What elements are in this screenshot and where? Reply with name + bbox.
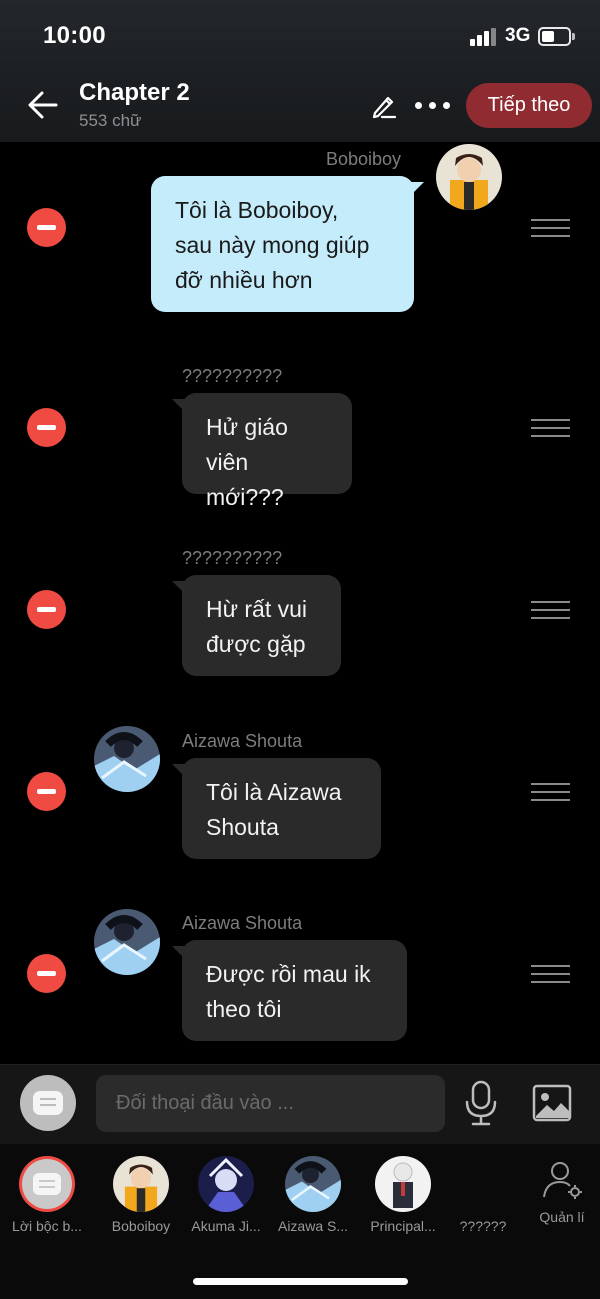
- message-line: sau này mong giúp: [175, 232, 370, 258]
- speaker-name: Boboiboy: [326, 149, 402, 169]
- character-aizawa[interactable]: Aizawa S...: [270, 1156, 356, 1234]
- manage-button[interactable]: Quản lí: [532, 1160, 592, 1225]
- message-line: Hử giáo: [206, 414, 288, 440]
- message-line: Tôi là Boboiboy,: [175, 197, 339, 223]
- more-options-icon[interactable]: [415, 100, 451, 112]
- aizawa-avatar: [94, 726, 160, 792]
- character-label: Akuma Ji...: [191, 1218, 261, 1234]
- message-line: Được rồi mau ik: [206, 961, 371, 987]
- drag-handle-icon[interactable]: [531, 965, 570, 985]
- delete-message-icon[interactable]: [27, 954, 66, 993]
- next-button[interactable]: Tiếp theo: [466, 83, 592, 128]
- message-bubble[interactable]: Tôi là Boboiboy, sau này mong giúp đỡ nh…: [151, 176, 424, 312]
- drag-handle-icon[interactable]: [531, 601, 570, 621]
- character-label: Lời bộc b...: [12, 1218, 82, 1234]
- speaker-name: ??????????: [182, 366, 283, 386]
- principal-avatar: [375, 1156, 431, 1212]
- message-line: Shouta: [206, 814, 279, 840]
- drag-handle-icon[interactable]: [531, 419, 570, 439]
- manage-label: Quản lí: [539, 1209, 585, 1225]
- message-line: Tôi là Aizawa: [206, 779, 342, 805]
- character-label: ??????: [459, 1218, 507, 1234]
- message-line: viên mới???: [206, 449, 284, 510]
- boboiboy-avatar: [113, 1156, 169, 1212]
- back-arrow-icon[interactable]: [26, 88, 60, 122]
- microphone-icon[interactable]: [463, 1080, 499, 1126]
- edit-pen-icon[interactable]: [370, 92, 398, 120]
- message-line: Hừ rất vui: [206, 596, 308, 622]
- message-line: theo tôi: [206, 996, 282, 1022]
- character-akuma[interactable]: Akuma Ji...: [183, 1156, 269, 1234]
- delete-message-icon[interactable]: [27, 772, 66, 811]
- akuma-avatar: [198, 1156, 254, 1212]
- character-label: Principal...: [370, 1218, 436, 1234]
- character-label: Aizawa S...: [277, 1218, 349, 1234]
- narration-toggle-button[interactable]: [20, 1075, 76, 1131]
- message-bubble[interactable]: Hử giáo viên mới???: [172, 393, 352, 510]
- word-count: 553 chữ: [79, 111, 142, 130]
- delete-message-icon[interactable]: [27, 408, 66, 447]
- signal-icon: [470, 28, 496, 46]
- narration-icon: [33, 1173, 61, 1195]
- delete-message-icon[interactable]: [27, 208, 66, 247]
- delete-message-icon[interactable]: [27, 590, 66, 629]
- aizawa-avatar: [285, 1156, 341, 1212]
- dialogue-input[interactable]: [96, 1075, 445, 1132]
- character-boboiboy[interactable]: Boboiboy: [98, 1156, 184, 1234]
- chat-bubble-icon: [33, 1091, 63, 1115]
- message-bubble[interactable]: Tôi là Aizawa Shouta: [172, 758, 381, 859]
- character-label: Boboiboy: [111, 1218, 171, 1234]
- drag-handle-icon[interactable]: [531, 783, 570, 803]
- home-indicator[interactable]: [193, 1278, 408, 1285]
- battery-icon: [538, 27, 576, 46]
- aizawa-avatar: [94, 909, 160, 975]
- image-icon[interactable]: [532, 1084, 572, 1122]
- boboiboy-avatar: [436, 144, 502, 210]
- speaker-name: ??????????: [182, 548, 283, 568]
- character-narration[interactable]: Lời bộc b...: [4, 1156, 90, 1234]
- message-line: đỡ nhiều hơn: [175, 267, 313, 293]
- speaker-name: Aizawa Shouta: [182, 731, 303, 751]
- network-label: 3G: [505, 25, 531, 46]
- character-unknown[interactable]: ??????: [440, 1218, 526, 1234]
- message-line: được gặp: [206, 631, 306, 657]
- message-bubble[interactable]: Được rồi mau ik theo tôi: [172, 940, 407, 1041]
- character-principal[interactable]: Principal...: [360, 1156, 446, 1234]
- page-title: Chapter 2: [79, 79, 190, 106]
- message-bubble[interactable]: Hừ rất vui được gặp: [172, 575, 341, 676]
- drag-handle-icon[interactable]: [531, 219, 570, 239]
- manage-user-icon: [543, 1162, 582, 1199]
- speaker-name: Aizawa Shouta: [182, 913, 303, 933]
- status-time: 10:00: [43, 22, 106, 49]
